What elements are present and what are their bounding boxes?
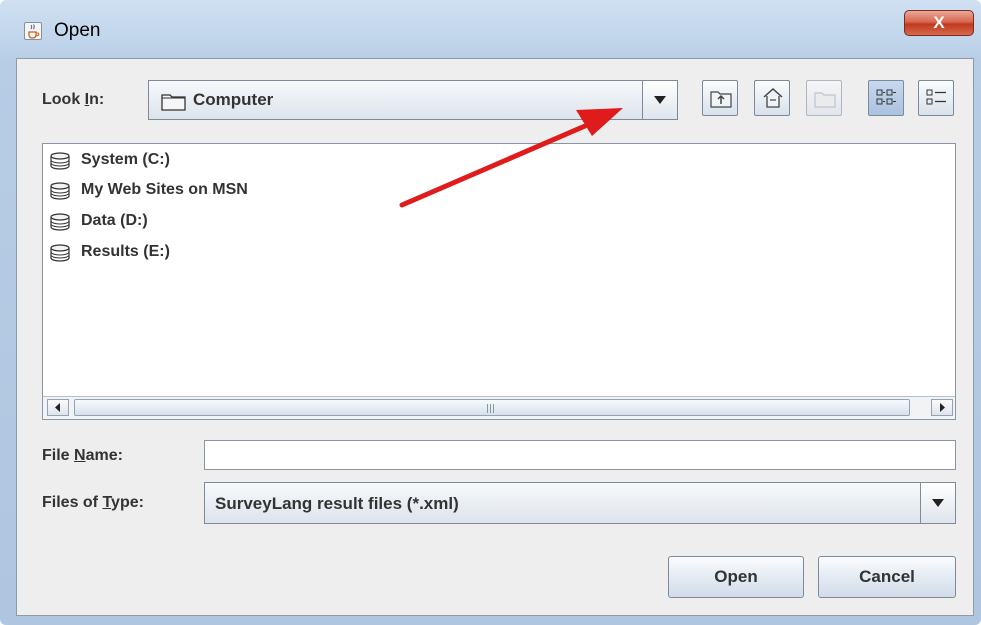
arrow-right-icon	[940, 403, 945, 412]
home-icon	[763, 87, 783, 108]
scroll-right-button[interactable]	[931, 399, 953, 416]
up-one-level-button[interactable]	[702, 80, 738, 116]
close-button[interactable]: X	[904, 10, 974, 36]
files-of-type-combo[interactable]: SurveyLang result files (*.xml)	[204, 482, 956, 524]
title-bar[interactable]: Open X	[0, 0, 981, 60]
scroll-left-button[interactable]	[47, 399, 69, 416]
list-item-label: System (C:)	[81, 151, 170, 168]
look-in-combo[interactable]: Computer	[148, 80, 678, 120]
folder-icon	[161, 94, 186, 111]
look-in-dropdown-arrow[interactable]	[642, 81, 677, 119]
home-button[interactable]	[754, 80, 790, 116]
details-view-button[interactable]	[918, 80, 954, 116]
files-of-type-label: Files of Type:	[42, 494, 144, 511]
file-name-label: File Name:	[42, 447, 123, 464]
list-view-button[interactable]	[868, 80, 904, 116]
list-item-label: Results (E:)	[81, 243, 170, 260]
list-item-label: My Web Sites on MSN	[81, 181, 248, 198]
open-button[interactable]: Open	[668, 556, 804, 598]
java-cup-icon	[24, 22, 42, 40]
new-folder-icon	[814, 92, 836, 108]
list-item-label: Data (D:)	[81, 212, 148, 229]
new-folder-button[interactable]	[806, 80, 842, 116]
drive-icon	[50, 182, 70, 200]
cancel-button[interactable]: Cancel	[818, 556, 956, 598]
files-of-type-value: SurveyLang result files (*.xml)	[215, 494, 459, 513]
list-view-icon	[876, 89, 896, 105]
scroll-thumb[interactable]	[74, 399, 910, 416]
look-in-value: Computer	[193, 90, 274, 109]
drive-icon	[50, 152, 70, 170]
drive-icon	[50, 213, 70, 231]
window-title: Open	[54, 20, 101, 41]
file-list[interactable]: System (C:) My Web Sites on MSN Data (D:…	[42, 143, 956, 420]
drive-icon	[50, 244, 70, 262]
arrow-left-icon	[55, 403, 60, 412]
grip-icon	[487, 404, 495, 413]
horizontal-scrollbar[interactable]	[43, 396, 955, 419]
files-of-type-dropdown-arrow[interactable]	[920, 483, 955, 523]
up-one-level-icon	[710, 91, 732, 108]
details-view-icon	[926, 89, 946, 105]
file-name-input[interactable]	[204, 440, 956, 470]
look-in-label: Look In:	[42, 91, 105, 108]
open-dialog: Open X Look In: Computer System (C:) My …	[0, 0, 981, 625]
